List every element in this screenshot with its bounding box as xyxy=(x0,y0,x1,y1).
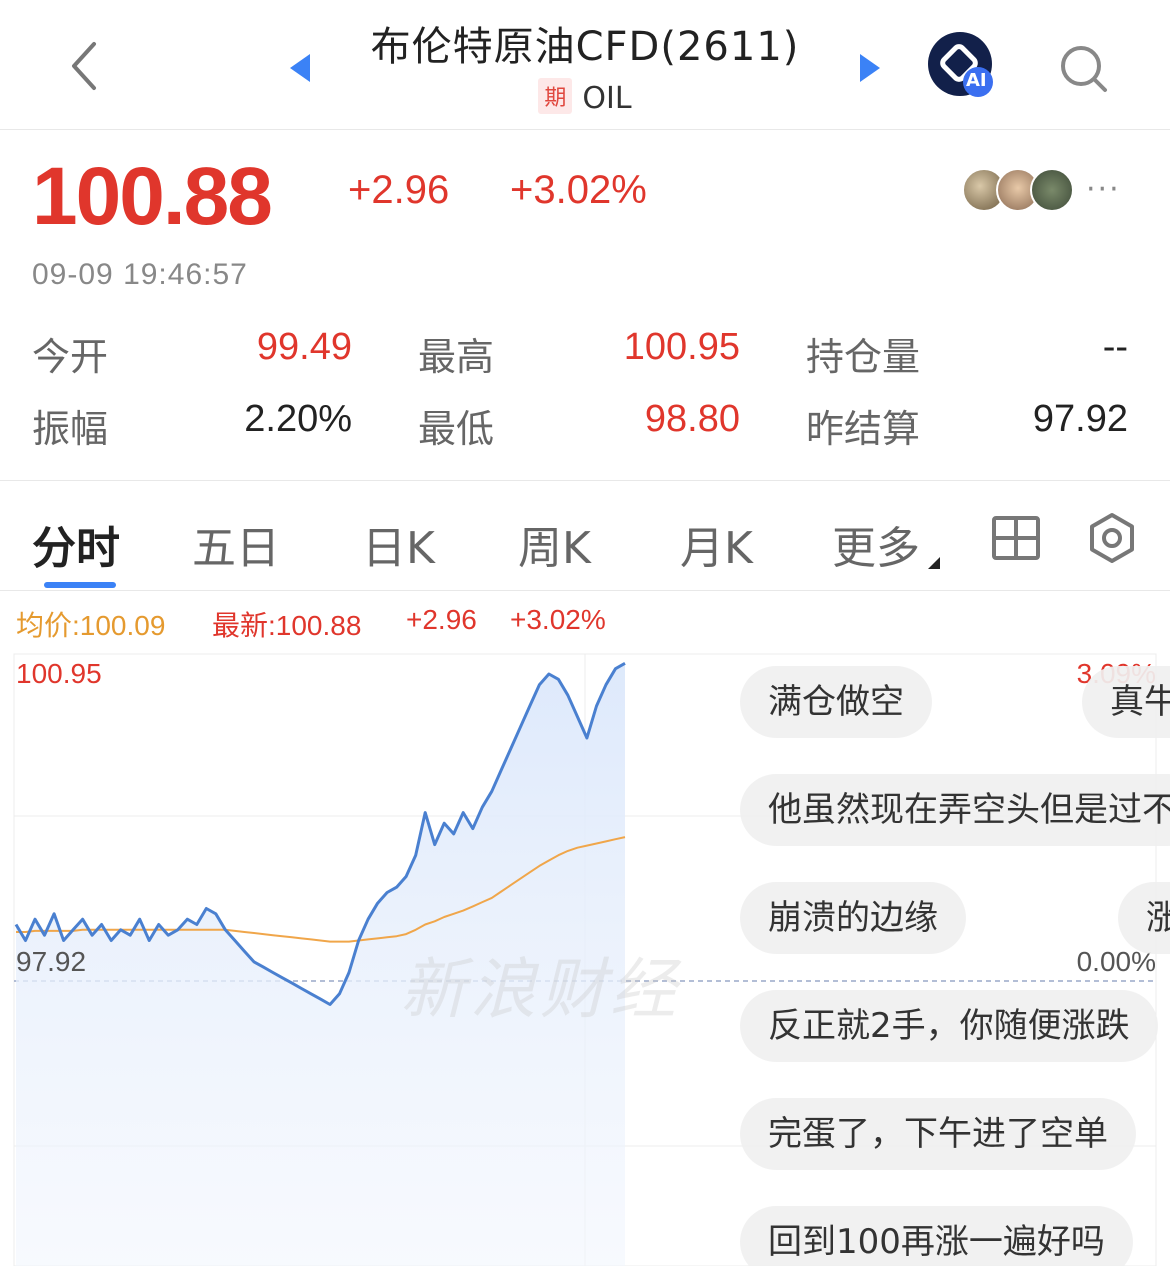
top-nav-bar: 布伦特原油CFD(2611) 期 OIL AI xyxy=(0,0,1170,130)
stat-label-prev-settle: 昨结算 xyxy=(806,407,921,451)
layout-grid-button[interactable] xyxy=(990,512,1042,564)
axis-label-base: 97.92 xyxy=(16,946,87,977)
stat-label-open-interest: 持仓量 xyxy=(806,335,921,379)
comment-bubble[interactable]: 反正就2手，你随便涨跌 xyxy=(740,990,1158,1062)
settings-hexagon-icon xyxy=(1090,513,1134,563)
back-button[interactable] xyxy=(60,36,110,96)
section-divider xyxy=(0,480,1170,481)
watcher-avatars[interactable] xyxy=(962,168,1074,214)
legend-change: +2.96 xyxy=(406,604,477,635)
stat-label-amplitude: 振幅 xyxy=(32,407,109,451)
chart-settings-button[interactable] xyxy=(1086,512,1138,564)
tab-more-label: 更多 xyxy=(832,523,920,574)
search-icon xyxy=(1061,46,1107,92)
chevron-left-icon xyxy=(72,42,96,90)
comment-bubble[interactable]: 他虽然现在弄空头但是过不 xyxy=(740,774,1170,846)
tab-monthly-k[interactable]: 月K xyxy=(680,512,753,576)
comment-bubble[interactable]: 崩溃的边缘 xyxy=(740,882,966,954)
next-symbol-button[interactable] xyxy=(852,48,888,88)
legend-avg-price: 均价:100.09 xyxy=(16,610,166,641)
stat-value-open-interest: -- xyxy=(1102,326,1128,368)
tab-intraday[interactable]: 分时 xyxy=(32,512,120,576)
stat-value-low: 98.80 xyxy=(644,398,740,440)
stat-value-amplitude: 2.20% xyxy=(244,398,352,440)
tab-five-day[interactable]: 五日 xyxy=(192,512,280,576)
comment-bubble[interactable]: 真牛 xyxy=(1082,666,1170,738)
prev-symbol-button[interactable] xyxy=(282,48,318,88)
stat-value-open: 99.49 xyxy=(256,326,352,368)
tab-daily-k[interactable]: 日K xyxy=(362,512,435,576)
ai-label: AI xyxy=(966,70,987,91)
futures-badge: 期 xyxy=(538,78,573,114)
stat-value-prev-settle: 97.92 xyxy=(1032,398,1128,440)
corner-triangle-icon xyxy=(928,557,940,569)
instrument-subtitle: 期 OIL xyxy=(330,78,840,116)
comment-bubble[interactable]: 回到100再涨一遍好吗 xyxy=(740,1206,1133,1266)
stat-label-low: 最低 xyxy=(418,407,495,451)
legend-change-percent: +3.02% xyxy=(510,604,606,635)
symbol-code: OIL xyxy=(582,81,632,116)
stat-value-high: 100.95 xyxy=(623,326,740,368)
instrument-title: 布伦特原油CFD(2611) xyxy=(370,24,800,70)
active-tab-indicator xyxy=(44,582,116,588)
avatar xyxy=(1030,168,1074,212)
last-price: 100.88 xyxy=(32,151,273,242)
price-change: +2.96 xyxy=(348,168,450,212)
price-change-percent: +3.02% xyxy=(510,168,647,212)
watermark-text: 新浪财经 xyxy=(400,951,680,1028)
grid-icon xyxy=(992,516,1040,560)
tab-more[interactable]: 更多 xyxy=(832,512,940,576)
triangle-left-icon xyxy=(290,54,310,82)
triangle-right-icon xyxy=(860,54,880,82)
comment-bubble[interactable]: 满仓做空 xyxy=(740,666,932,738)
search-button[interactable] xyxy=(1055,40,1111,96)
more-options-button[interactable]: ··· xyxy=(1086,172,1121,207)
quote-timestamp: 09-09 19:46:57 xyxy=(32,258,248,291)
legend-latest-price: 最新:100.88 xyxy=(212,610,362,641)
axis-label-high: 100.95 xyxy=(16,658,102,689)
comment-bubble[interactable]: 完蛋了，下午进了空单 xyxy=(740,1098,1136,1170)
tabs-divider xyxy=(0,590,1170,591)
ai-assistant-button[interactable]: AI xyxy=(928,32,996,100)
stat-label-high: 最高 xyxy=(418,335,495,379)
tab-weekly-k[interactable]: 周K xyxy=(518,512,591,576)
stat-label-open: 今开 xyxy=(32,335,109,379)
